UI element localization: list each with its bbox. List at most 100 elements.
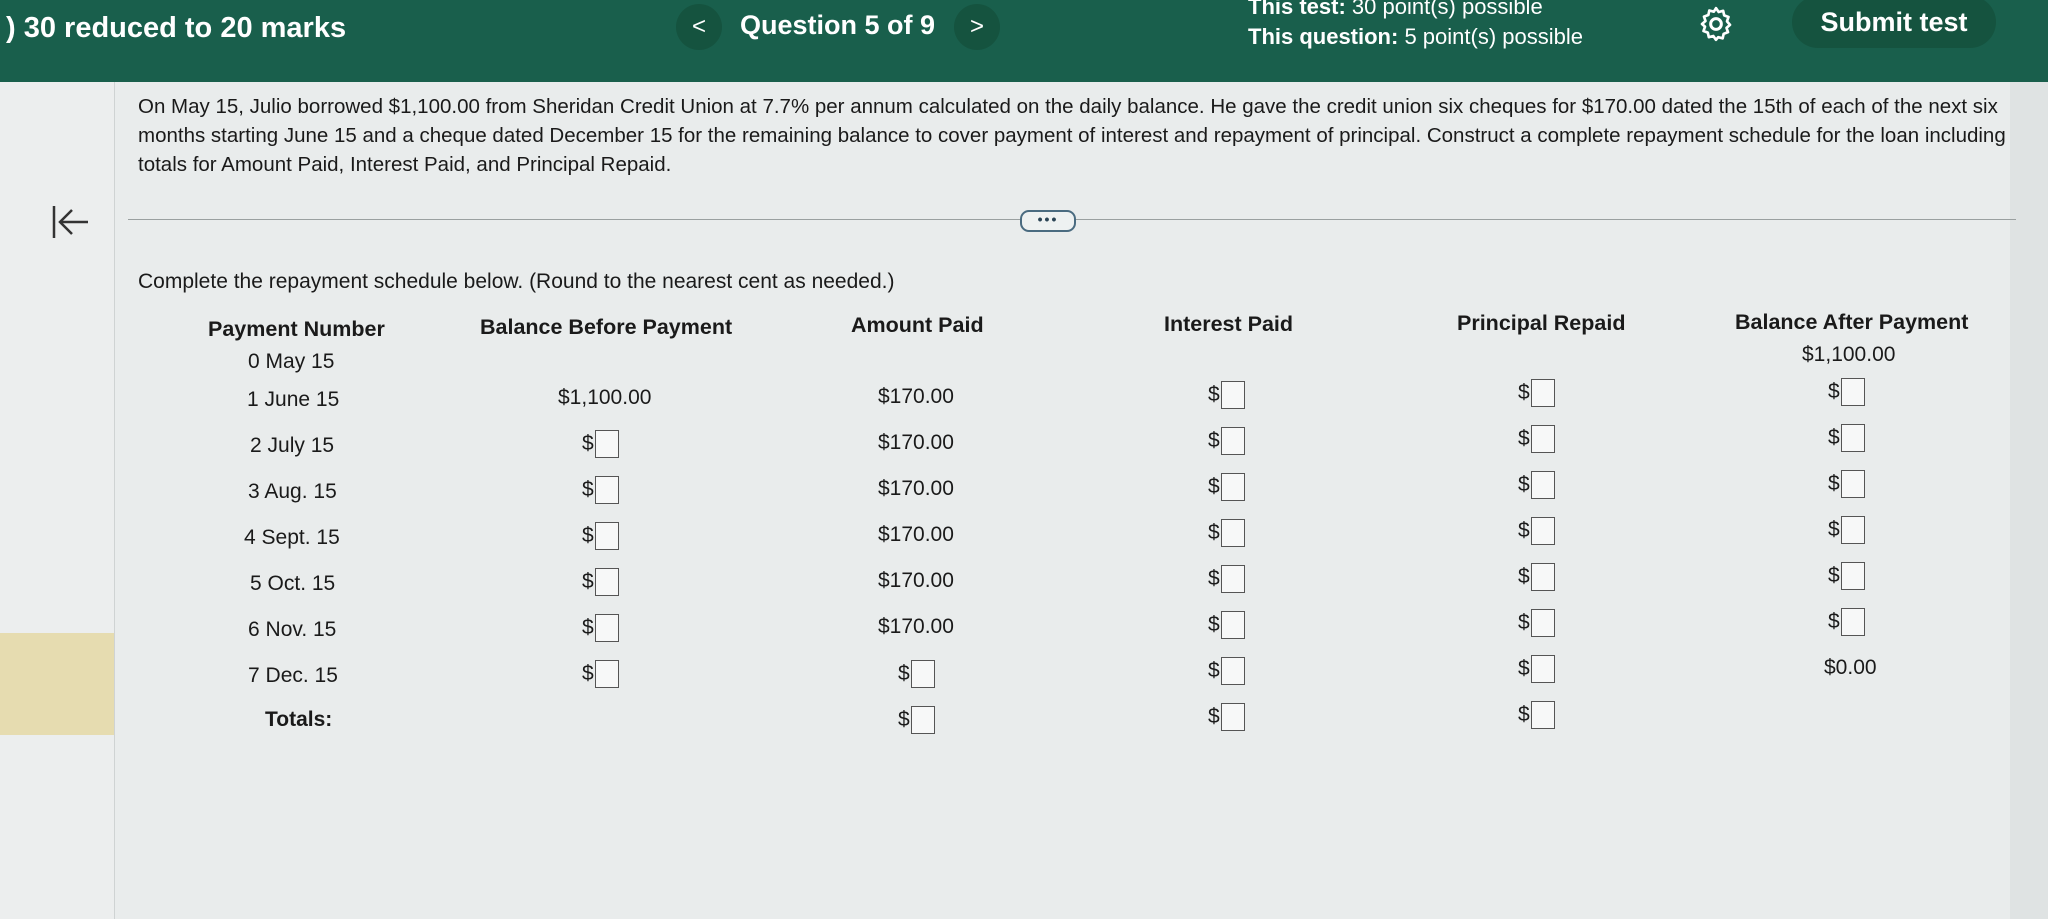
interest-paid-total-input[interactable]: $	[1208, 702, 1245, 732]
interest-paid-input-2[interactable]: $	[1208, 426, 1245, 456]
input-box[interactable]	[1530, 379, 1555, 407]
balance-after-input-3[interactable]: $	[1828, 469, 1865, 499]
question-counter[interactable]: Question 5 of 9	[740, 10, 935, 41]
payment-number-6: 6 Nov. 15	[248, 618, 337, 641]
input-box[interactable]	[910, 660, 935, 688]
balance-after-input-4[interactable]: $	[1828, 515, 1865, 545]
interest-paid-input-6[interactable]: $	[1208, 610, 1245, 640]
header-payment-number: Payment Number	[208, 317, 385, 341]
principal-repaid-input-4[interactable]: $	[1518, 516, 1555, 546]
balance-after-7: $0.00	[1824, 656, 1877, 679]
test-points: This test: 30 point(s) possible	[1248, 0, 1543, 19]
payment-number-5: 5 Oct. 15	[250, 572, 336, 595]
marks-title: ) 30 reduced to 20 marks	[6, 12, 347, 44]
input-box[interactable]	[1840, 378, 1865, 406]
input-box[interactable]	[1530, 701, 1555, 729]
question-points: This question: 5 point(s) possible	[1248, 24, 1583, 49]
input-box[interactable]	[1220, 427, 1245, 455]
amount-paid-5: $170.00	[878, 569, 954, 592]
balance-before-input-5[interactable]: $	[582, 567, 619, 597]
interest-paid-input-5[interactable]: $	[1208, 564, 1245, 594]
amount-paid-3: $170.00	[878, 477, 954, 500]
collapse-sidebar-icon[interactable]	[50, 202, 92, 242]
previous-question-button[interactable]: <	[676, 4, 722, 50]
input-box[interactable]	[1530, 609, 1555, 637]
sidebar	[0, 82, 115, 919]
expand-more-button[interactable]: •••	[1020, 210, 1076, 232]
payment-number-7: 7 Dec. 15	[248, 664, 338, 687]
header-balance-before: Balance Before Payment	[480, 315, 733, 339]
header-balance-after: Balance After Payment	[1735, 310, 1969, 334]
principal-repaid-input-7[interactable]: $	[1518, 654, 1555, 684]
amount-paid-input-7[interactable]: $	[898, 659, 935, 689]
next-question-button[interactable]: >	[954, 4, 1000, 50]
principal-repaid-input-1[interactable]: $	[1518, 378, 1555, 408]
input-box[interactable]	[1530, 471, 1555, 499]
input-box[interactable]	[1220, 703, 1245, 731]
input-box[interactable]	[1220, 381, 1245, 409]
balance-after-input-6[interactable]: $	[1828, 607, 1865, 637]
balance-before-input-6[interactable]: $	[582, 613, 619, 643]
submit-test-button[interactable]: Submit test	[1792, 0, 1996, 48]
input-box[interactable]	[1530, 517, 1555, 545]
principal-repaid-input-3[interactable]: $	[1518, 470, 1555, 500]
input-box[interactable]	[594, 614, 619, 642]
payment-number-2: 2 July 15	[250, 434, 335, 457]
header-principal-repaid: Principal Repaid	[1457, 311, 1626, 335]
balance-before-input-7[interactable]: $	[582, 659, 619, 689]
input-box[interactable]	[594, 476, 619, 504]
input-box[interactable]	[910, 706, 935, 734]
instruction-text: Complete the repayment schedule below. (…	[138, 270, 895, 293]
amount-paid-6: $170.00	[878, 615, 954, 638]
input-box[interactable]	[594, 522, 619, 550]
question-text: On May 15, Julio borrowed $1,100.00 from…	[138, 95, 2006, 176]
input-box[interactable]	[1840, 608, 1865, 636]
input-box[interactable]	[594, 430, 619, 458]
amount-paid-1: $170.00	[878, 385, 954, 408]
payment-number-3: 3 Aug. 15	[248, 480, 337, 503]
input-box[interactable]	[1840, 516, 1865, 544]
input-box[interactable]	[1220, 473, 1245, 501]
input-box[interactable]	[1220, 519, 1245, 547]
principal-repaid-total-input[interactable]: $	[1518, 700, 1555, 730]
balance-before-input-2[interactable]: $	[582, 429, 619, 459]
top-bar: ) 30 reduced to 20 marks < Question 5 of…	[0, 0, 2048, 82]
principal-repaid-input-6[interactable]: $	[1518, 608, 1555, 638]
payment-number-0: 0 May 15	[248, 350, 335, 373]
balance-after-0: $1,100.00	[1802, 343, 1896, 366]
balance-before-input-4[interactable]: $	[582, 521, 619, 551]
interest-paid-input-4[interactable]: $	[1208, 518, 1245, 548]
sidebar-highlight	[0, 633, 114, 735]
input-box[interactable]	[1840, 424, 1865, 452]
interest-paid-input-1[interactable]: $	[1208, 380, 1245, 410]
input-box[interactable]	[1840, 562, 1865, 590]
input-box[interactable]	[1530, 563, 1555, 591]
input-box[interactable]	[1220, 611, 1245, 639]
input-box[interactable]	[1220, 657, 1245, 685]
balance-after-input-2[interactable]: $	[1828, 423, 1865, 453]
input-box[interactable]	[1530, 655, 1555, 683]
gear-icon[interactable]	[1696, 4, 1736, 44]
header-interest-paid: Interest Paid	[1164, 312, 1294, 336]
balance-after-input-5[interactable]: $	[1828, 561, 1865, 591]
interest-paid-input-3[interactable]: $	[1208, 472, 1245, 502]
balance-before-input-3[interactable]: $	[582, 475, 619, 505]
totals-label: Totals:	[265, 708, 333, 731]
right-edge-panel	[2010, 82, 2048, 919]
points-info: This test: 30 point(s) possible This que…	[1248, 0, 1583, 52]
balance-after-input-1[interactable]: $	[1828, 377, 1865, 407]
input-box[interactable]	[1840, 470, 1865, 498]
input-box[interactable]	[1220, 565, 1245, 593]
input-box[interactable]	[594, 568, 619, 596]
amount-paid-4: $170.00	[878, 523, 954, 546]
amount-paid-2: $170.00	[878, 431, 954, 454]
payment-number-1: 1 June 15	[247, 388, 340, 411]
input-box[interactable]	[594, 660, 619, 688]
header-amount-paid: Amount Paid	[851, 313, 984, 337]
principal-repaid-input-5[interactable]: $	[1518, 562, 1555, 592]
amount-paid-total-input[interactable]: $	[898, 705, 935, 735]
input-box[interactable]	[1530, 425, 1555, 453]
balance-before-1: $1,100.00	[558, 386, 652, 409]
principal-repaid-input-2[interactable]: $	[1518, 424, 1555, 454]
interest-paid-input-7[interactable]: $	[1208, 656, 1245, 686]
